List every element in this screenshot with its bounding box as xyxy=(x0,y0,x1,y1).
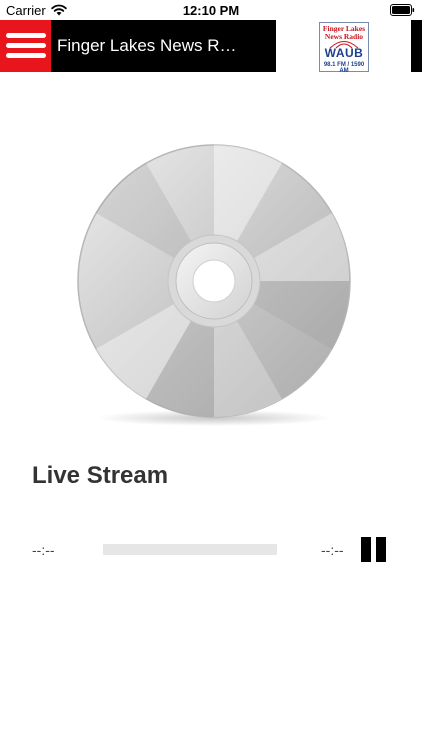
status-time: 12:10 PM xyxy=(182,3,240,18)
playback-progress-bar[interactable] xyxy=(103,544,277,555)
station-logo: Finger Lakes News Radio WAUB 98.1 FM / 1… xyxy=(319,22,369,74)
app-header: Finger Lakes News R… Finger Lakes News R… xyxy=(0,20,422,74)
station-title-bar: Finger Lakes News R… xyxy=(51,20,276,72)
status-bar: Carrier 12:10 PM xyxy=(0,0,422,20)
cd-disc-icon xyxy=(77,144,351,426)
pause-button[interactable] xyxy=(361,537,387,562)
track-title: Live Stream xyxy=(32,462,169,489)
app-screen: Carrier 12:10 PM Finger Lakes News R… Fi… xyxy=(0,0,422,750)
station-title: Finger Lakes News R… xyxy=(57,36,237,55)
logo-call-sign: WAUB xyxy=(324,46,364,60)
logo-frequency: 98.1 FM / 1590 AM xyxy=(323,62,365,74)
hamburger-menu-icon[interactable] xyxy=(0,20,51,72)
elapsed-time: --:-- xyxy=(32,542,55,558)
battery-icon xyxy=(390,4,415,16)
remaining-time: --:-- xyxy=(321,542,344,558)
header-edge-bar xyxy=(411,20,422,72)
